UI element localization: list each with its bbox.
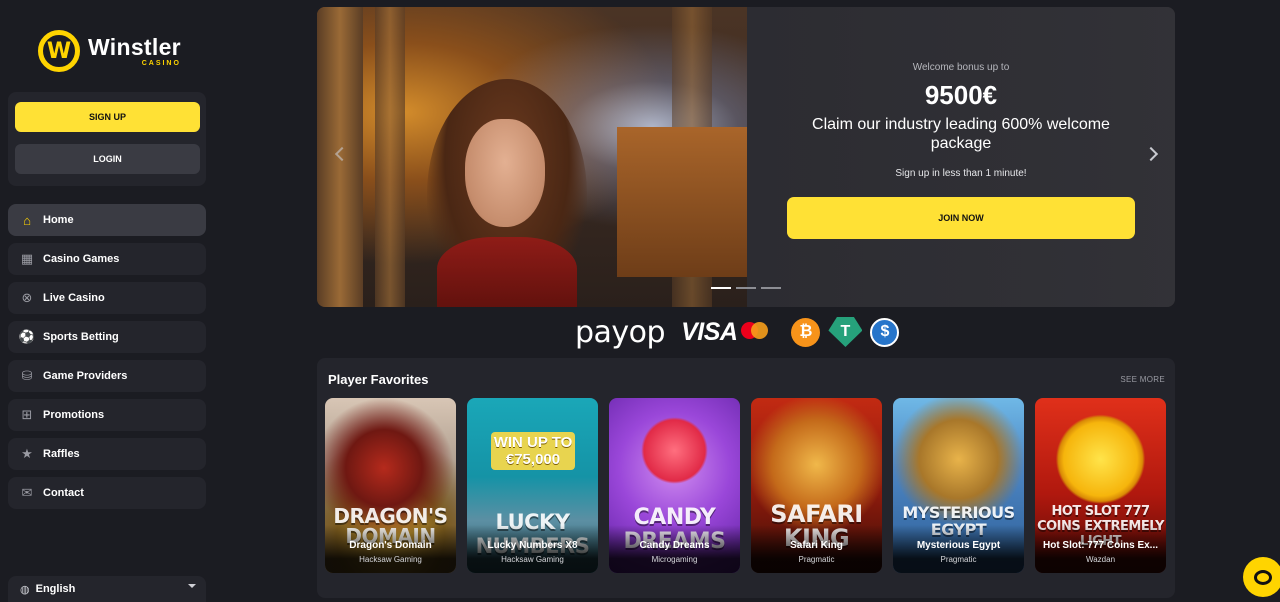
bitcoin-icon: ₿ <box>791 317 821 347</box>
usdc-icon: $ <box>870 317 900 347</box>
game-name: Hot Slot: 777 Coins Ex... <box>1042 540 1159 551</box>
game-name: Candy Dreams <box>639 540 710 551</box>
game-card[interactable]: HOT SLOT 777 COINS EXTREMELY LIGHT Hot S… <box>1035 398 1166 573</box>
tether-icon: T <box>828 317 863 347</box>
game-provider: Hacksaw Gaming <box>359 555 422 564</box>
auth-panel: SIGN UP LOGIN <box>8 92 206 186</box>
language-select[interactable]: ◍ English <box>8 576 206 602</box>
game-provider: Wazdan <box>1085 555 1116 564</box>
home-icon: ⌂ <box>23 212 31 228</box>
game-provider: Pragmatic <box>940 555 977 564</box>
visa-logo: VISA <box>681 317 738 346</box>
slot-machine-icon: ▦ <box>20 251 34 266</box>
section-title: Player Favorites <box>328 372 429 387</box>
game-provider: Microgaming <box>651 555 698 564</box>
game-card[interactable]: SAFARI KING Safari King Pragmatic <box>751 398 882 573</box>
join-now-button[interactable]: JOIN NOW <box>787 197 1135 239</box>
nav-item-promotions[interactable]: ⊞ Promotions <box>8 399 206 431</box>
hero-title: Claim our industry leading 600% welcome … <box>812 116 1110 152</box>
slide-dot[interactable] <box>736 287 756 289</box>
nav-item-home[interactable]: ⌂ Home <box>8 204 206 236</box>
login-button[interactable]: LOGIN <box>15 144 200 174</box>
star-icon: ★ <box>21 446 33 461</box>
nav-item-casino-games[interactable]: ▦ Casino Games <box>8 243 206 275</box>
payop-logo: payop <box>575 314 666 350</box>
hero-pretitle: Welcome bonus up to <box>912 62 1010 73</box>
hero-subtitle: Sign up in less than 1 minute! <box>895 168 1027 179</box>
nav-item-game-providers[interactable]: ⛁ Game Providers <box>8 360 206 392</box>
nav-item-raffles[interactable]: ★ Raffles <box>8 438 206 470</box>
game-name: Dragon's Domain <box>349 540 432 551</box>
nav-label: Contact <box>43 487 84 499</box>
hero-overlay <box>747 7 1175 307</box>
mastercard-icon <box>741 322 769 340</box>
slide-dot[interactable] <box>711 287 731 289</box>
soccer-ball-icon: ⚽ <box>18 329 36 344</box>
hero-amount: 9500€ <box>924 80 998 110</box>
game-card[interactable]: WIN UP TO €75,000 LUCKY NUMBERS Lucky Nu… <box>467 398 598 573</box>
nav-label: Sports Betting <box>43 331 119 343</box>
player-favorites-section: Player Favorites SEE MORE DRAGON'S DOMAI… <box>317 358 1175 598</box>
chevron-down-icon <box>188 584 196 588</box>
providers-icon: ⛁ <box>21 368 33 383</box>
game-name: Safari King <box>790 540 843 551</box>
slide-indicators <box>711 287 781 289</box>
slide-dot[interactable] <box>761 287 781 289</box>
hero-artwork <box>317 7 747 307</box>
game-provider: Hacksaw Gaming <box>501 555 564 564</box>
hero-banner[interactable]: Welcome bonus up to 9500€ Claim our indu… <box>317 7 1175 307</box>
sidebar: W Winstler CASINO SIGN UP LOGIN ⌂ Home ▦… <box>0 0 214 602</box>
game-name: Mysterious Egypt <box>916 540 1001 551</box>
game-card[interactable]: DRAGON'S DOMAIN Dragon's Domain Hacksaw … <box>325 398 456 573</box>
chat-bubble-icon <box>1254 569 1272 585</box>
game-card[interactable]: MYSTERIOUS EGYPT Mysterious Egypt Pragma… <box>893 398 1024 573</box>
payment-methods: payop VISA ₿ T $ <box>575 313 900 351</box>
nav-label: Promotions <box>43 409 105 421</box>
brand-sub: CASINO <box>141 59 181 67</box>
live-chat-button[interactable] <box>1243 557 1280 597</box>
nav-label: Game Providers <box>43 370 128 382</box>
nav-item-contact[interactable]: ✉ Contact <box>8 477 206 509</box>
game-promo: WIN UP TO €75,000 <box>491 432 575 470</box>
globe-icon: ◍ <box>20 583 30 596</box>
brand-name: Winstler <box>88 33 181 60</box>
language-label: English <box>35 583 76 595</box>
nav-item-live-casino[interactable]: ⊗ Live Casino <box>8 282 206 314</box>
nav-label: Home <box>43 214 74 226</box>
nav-label: Raffles <box>43 448 80 460</box>
logo-mark-icon: W <box>38 30 80 72</box>
contact-icon: ✉ <box>21 485 33 500</box>
nav-label: Live Casino <box>43 292 105 304</box>
brand-logo[interactable]: W Winstler CASINO <box>38 30 181 72</box>
nav-item-sports-betting[interactable]: ⚽ Sports Betting <box>8 321 206 353</box>
game-provider: Pragmatic <box>798 555 835 564</box>
game-card[interactable]: CANDY DREAMS Candy Dreams Microgaming <box>609 398 740 573</box>
roulette-icon: ⊗ <box>21 290 33 305</box>
see-more-link[interactable]: SEE MORE <box>1120 375 1165 384</box>
game-name: Lucky Numbers X8 <box>487 540 578 551</box>
gift-icon: ⊞ <box>21 407 33 422</box>
nav-label: Casino Games <box>43 253 120 265</box>
sign-up-button[interactable]: SIGN UP <box>15 102 200 132</box>
